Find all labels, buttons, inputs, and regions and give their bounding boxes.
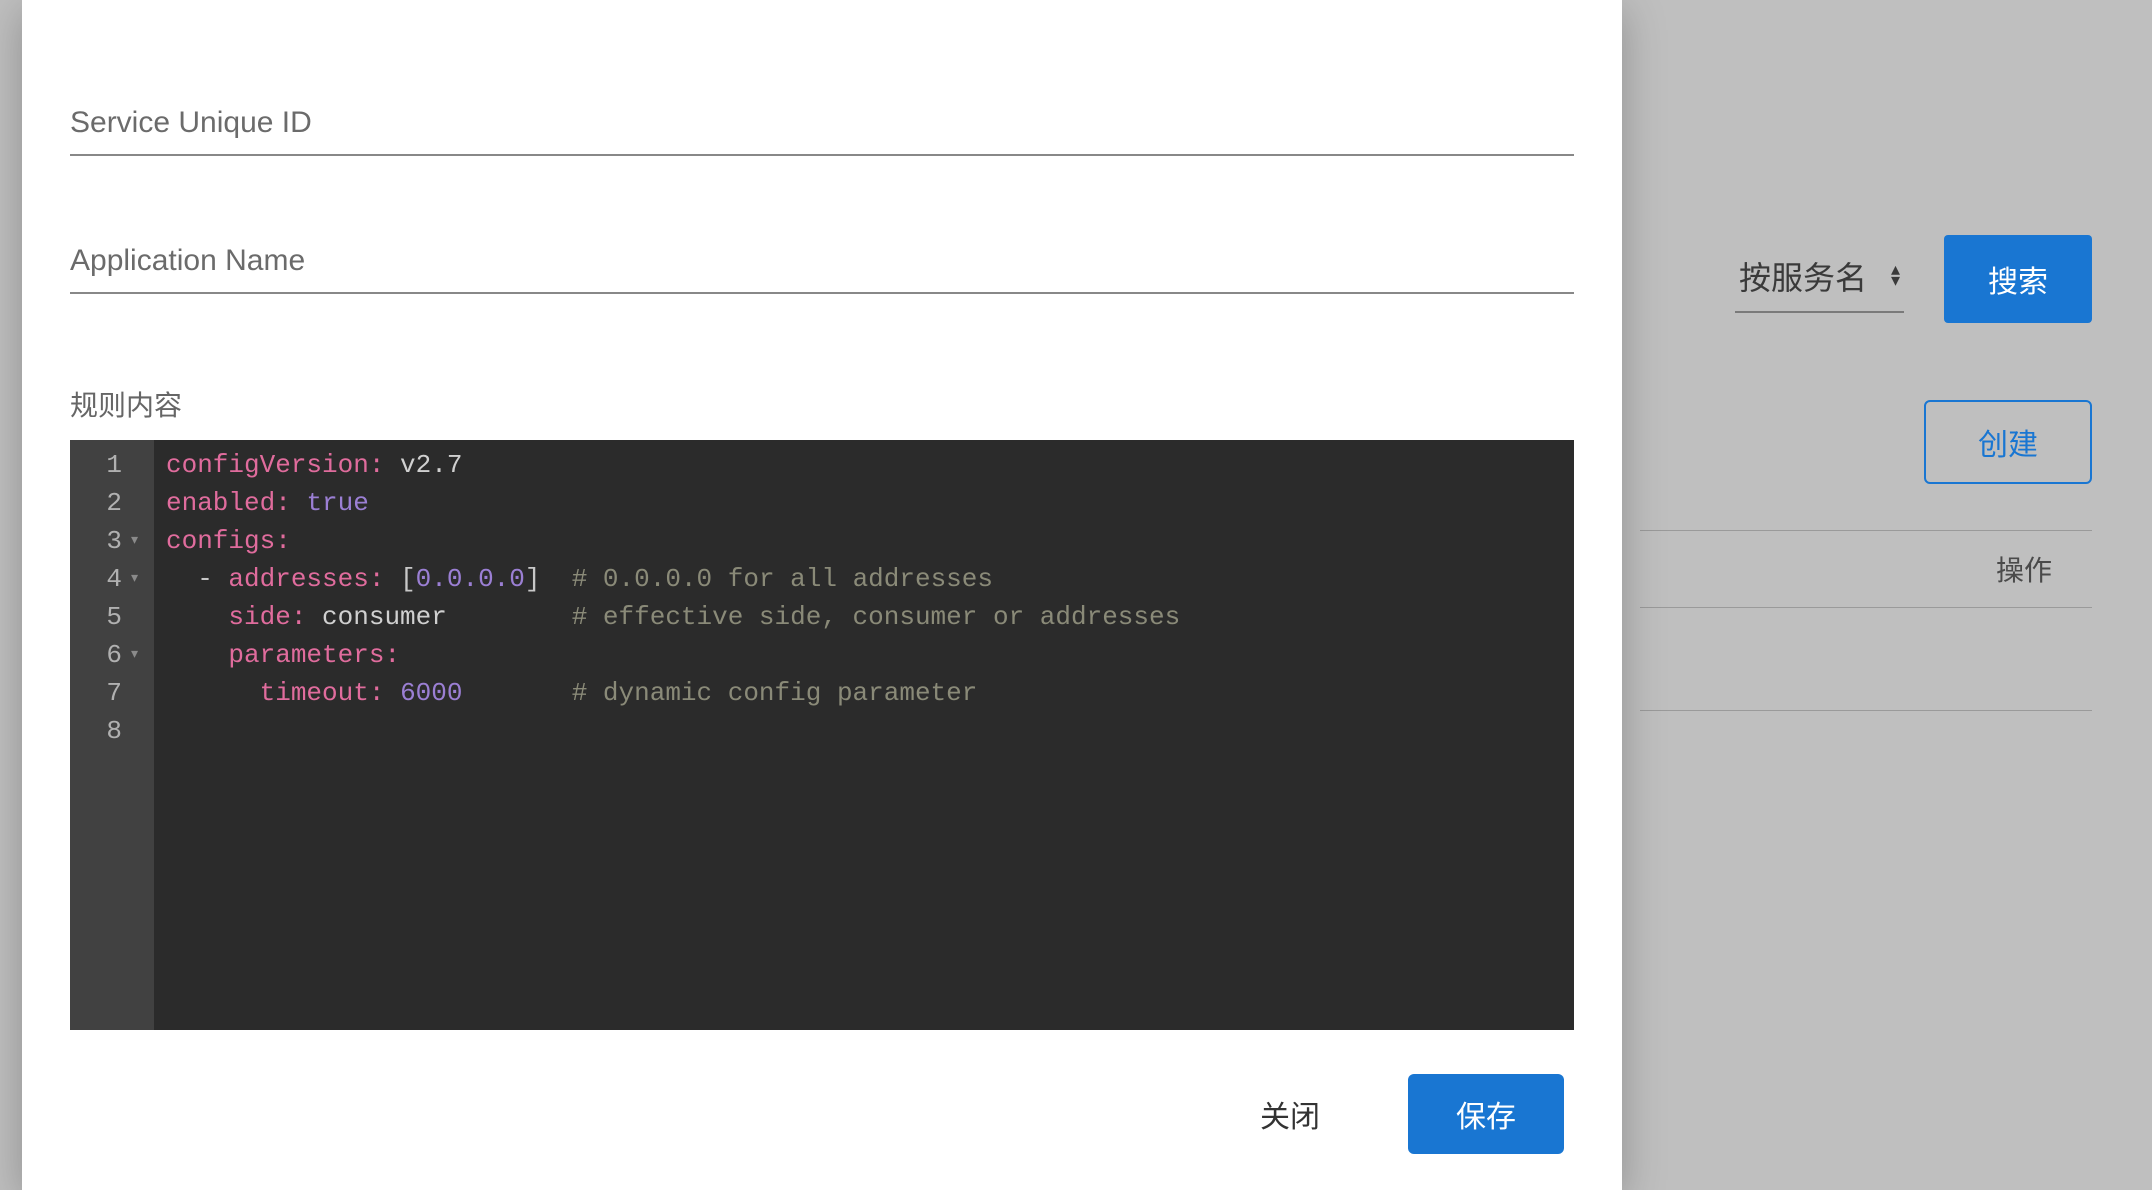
code-line: parameters: [166,636,1562,674]
code-line [166,712,1562,750]
gutter-line: 1 [92,446,140,484]
gutter-line: 2 [92,484,140,522]
code-line: configVersion: v2.7 [166,446,1562,484]
filter-select-label: 按服务名 [1739,253,1867,299]
create-rule-dialog: 规则内容 123▾4▾56▾78 configVersion: v2.7enab… [22,0,1622,1190]
code-line: side: consumer # effective side, consume… [166,598,1562,636]
fold-icon[interactable]: ▾ [128,522,140,560]
background-toolbar: 按服务名 ▴▾ 搜索 [1735,235,2092,323]
filter-select[interactable]: 按服务名 ▴▾ [1735,245,1904,313]
gutter-line: 8 [92,712,140,750]
code-line: timeout: 6000 # dynamic config parameter [166,674,1562,712]
service-id-field [70,96,1574,156]
unfold-icon: ▴▾ [1891,265,1900,287]
code-line: enabled: true [166,484,1562,522]
save-button[interactable]: 保存 [1408,1074,1564,1154]
table-header: 操作 [1640,530,2092,608]
close-button[interactable]: 关闭 [1212,1074,1368,1154]
table-header-action: 操作 [1996,549,2052,589]
code-line: configs: [166,522,1562,560]
fold-icon[interactable]: ▾ [128,636,140,674]
application-name-input[interactable] [70,234,1574,294]
rule-content-label: 规则内容 [70,384,1574,424]
gutter-line: 3▾ [92,522,140,560]
editor-code-area[interactable]: configVersion: v2.7enabled: trueconfigs:… [154,440,1574,1030]
fold-icon[interactable]: ▾ [128,560,140,598]
gutter-line: 6▾ [92,636,140,674]
application-name-field [70,234,1574,294]
gutter-line: 4▾ [92,560,140,598]
create-button[interactable]: 创建 [1924,400,2092,484]
service-id-input[interactable] [70,96,1574,156]
code-line: - addresses: [0.0.0.0] # 0.0.0.0 for all… [166,560,1562,598]
table-divider [1640,710,2092,711]
search-button[interactable]: 搜索 [1944,235,2092,323]
gutter-line: 5 [92,598,140,636]
editor-gutter: 123▾4▾56▾78 [70,440,154,1030]
gutter-line: 7 [92,674,140,712]
dialog-actions: 关闭 保存 [70,1030,1574,1190]
code-editor[interactable]: 123▾4▾56▾78 configVersion: v2.7enabled: … [70,440,1574,1030]
